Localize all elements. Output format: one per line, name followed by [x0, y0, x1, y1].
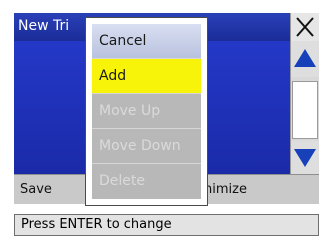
menu-item-move-down: Move Down	[92, 129, 201, 164]
menu-item-add[interactable]: Add	[92, 59, 201, 94]
optimize-button[interactable]: nimize	[204, 182, 247, 197]
popup-menu: Cancel Add Move Up Move Down Delete	[85, 17, 208, 206]
save-button[interactable]: Save	[20, 182, 52, 197]
scroll-down-button[interactable]	[291, 141, 319, 174]
triangle-up-icon	[294, 49, 316, 67]
scroll-up-button[interactable]	[291, 41, 319, 77]
close-button[interactable]	[290, 13, 319, 41]
triangle-down-icon	[294, 149, 316, 167]
device-screen: New Tri Save nimize Press ENTER to chang…	[0, 0, 334, 240]
status-bar: Press ENTER to change	[14, 214, 319, 236]
window-title: New Tri	[18, 18, 70, 34]
popup-menu-list: Cancel Add Move Up Move Down Delete	[92, 24, 201, 199]
close-icon	[296, 17, 314, 37]
menu-item-move-up: Move Up	[92, 94, 201, 129]
status-text: Press ENTER to change	[21, 217, 172, 232]
scroll-thumb[interactable]	[292, 81, 318, 139]
scrollbar[interactable]	[290, 41, 319, 174]
menu-item-delete: Delete	[99, 173, 145, 189]
menu-item-cancel[interactable]: Cancel	[92, 24, 201, 59]
